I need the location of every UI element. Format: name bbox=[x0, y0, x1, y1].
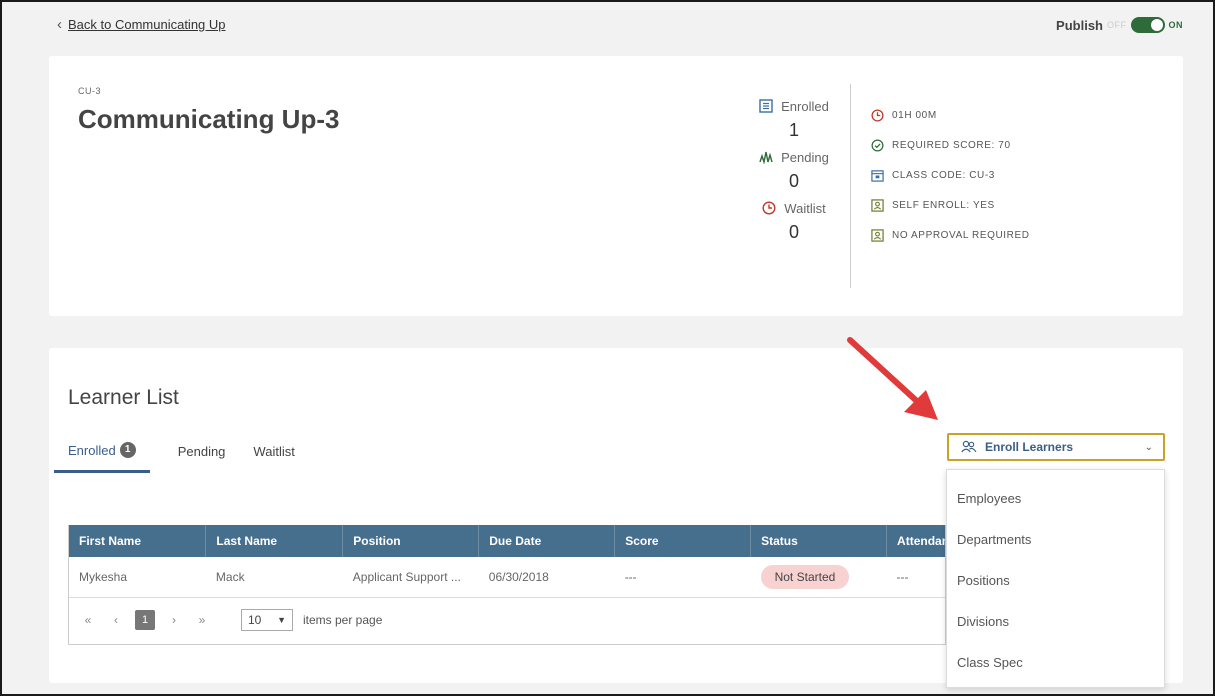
stat-waitlist: Waitlist 0 bbox=[749, 198, 839, 243]
stat-enrolled: Enrolled 1 bbox=[749, 96, 839, 141]
table-header-row: First Name Last Name Position Due Date S… bbox=[69, 525, 945, 557]
items-per-page-label: items per page bbox=[303, 612, 383, 627]
tab-enrolled[interactable]: Enrolled 1 bbox=[54, 442, 150, 473]
column-header[interactable]: Due Date bbox=[478, 525, 616, 557]
caret-down-icon: ▼ bbox=[277, 614, 286, 625]
cell-first-name: Mykesha bbox=[69, 557, 206, 598]
enrolled-count-badge: 1 bbox=[119, 442, 136, 458]
clock-icon bbox=[762, 201, 776, 215]
column-header[interactable]: Attendance bbox=[886, 525, 945, 557]
chevron-left-icon: ‹ bbox=[57, 16, 62, 33]
learner-list-title: Learner List bbox=[68, 386, 179, 409]
menu-item-class-spec[interactable]: Class Spec bbox=[947, 642, 1164, 683]
cell-attendance: --- bbox=[886, 557, 945, 598]
next-page-icon[interactable]: › bbox=[165, 613, 183, 627]
publish-toggle[interactable] bbox=[1130, 17, 1165, 33]
publish-on-label: ON bbox=[1168, 20, 1183, 30]
meta-approval: NO APPROVAL REQUIRED bbox=[871, 220, 1030, 250]
meta-class-code: CLASS CODE: CU-3 bbox=[871, 160, 1030, 190]
enrollment-stats: Enrolled 1 Pending 0 Waitlist 0 bbox=[749, 96, 839, 249]
annotation-arrow-icon bbox=[847, 337, 938, 420]
learner-tabs: Enrolled 1 Pending Waitlist bbox=[54, 442, 295, 473]
current-page[interactable]: 1 bbox=[135, 609, 155, 630]
stat-value: 1 bbox=[788, 120, 799, 140]
last-page-icon[interactable]: » bbox=[193, 613, 211, 627]
column-header[interactable]: First Name bbox=[69, 525, 207, 557]
badge-icon bbox=[871, 198, 884, 212]
menu-item-positions[interactable]: Positions bbox=[947, 560, 1164, 601]
stat-value: 0 bbox=[788, 222, 799, 242]
back-link[interactable]: ‹ Back to Communicating Up bbox=[57, 16, 226, 33]
book-icon bbox=[759, 99, 773, 113]
pagination: « ‹ 1 › » 10 ▼ items per page bbox=[69, 598, 945, 642]
course-meta: 01H 00M REQUIRED SCORE: 70 CLASS CODE: C… bbox=[871, 100, 1030, 250]
cell-status: Not Started bbox=[750, 557, 887, 598]
meta-duration: 01H 00M bbox=[871, 100, 1030, 130]
cell-position: Applicant Support ... bbox=[342, 557, 479, 598]
table-row[interactable]: Mykesha Mack Applicant Support ... 06/30… bbox=[69, 557, 945, 598]
meta-self-enroll: SELF ENROLL: YES bbox=[871, 190, 1030, 220]
menu-item-employees[interactable]: Employees bbox=[947, 478, 1164, 519]
publish-label: Publish bbox=[1056, 17, 1103, 33]
cell-last-name: Mack bbox=[205, 557, 343, 598]
back-link-label[interactable]: Back to Communicating Up bbox=[68, 17, 226, 32]
page-size-select[interactable]: 10 ▼ bbox=[241, 608, 293, 631]
toggle-knob bbox=[1150, 19, 1163, 31]
publish-control: Publish OFF ON bbox=[1056, 17, 1183, 33]
course-header-card: CU-3 Communicating Up-3 Enrolled 1 Pendi… bbox=[49, 56, 1183, 316]
tab-pending[interactable]: Pending bbox=[178, 442, 226, 473]
first-page-icon[interactable]: « bbox=[79, 613, 97, 627]
calendar-icon bbox=[871, 169, 884, 182]
column-header[interactable]: Status bbox=[750, 525, 888, 557]
users-icon bbox=[961, 440, 977, 453]
course-code: CU-3 bbox=[78, 86, 102, 96]
stat-label: Pending bbox=[781, 149, 829, 165]
publish-off-label: OFF bbox=[1107, 20, 1127, 30]
enroll-learners-label: Enroll Learners bbox=[985, 440, 1074, 454]
column-header[interactable]: Last Name bbox=[205, 525, 344, 557]
enroll-dropdown-menu: Employees Departments Positions Division… bbox=[946, 469, 1165, 688]
stat-value: 0 bbox=[788, 171, 799, 191]
column-header[interactable]: Score bbox=[614, 525, 752, 557]
enroll-learners-button[interactable]: Enroll Learners ⌄ bbox=[947, 433, 1165, 461]
prev-page-icon[interactable]: ‹ bbox=[107, 613, 125, 627]
meta-required-score: REQUIRED SCORE: 70 bbox=[871, 130, 1030, 160]
stat-pending: Pending 0 bbox=[749, 147, 839, 192]
check-circle-icon bbox=[871, 139, 884, 151]
cell-due-date: 06/30/2018 bbox=[478, 557, 615, 598]
badge-icon bbox=[871, 228, 884, 242]
menu-item-departments[interactable]: Departments bbox=[947, 519, 1164, 560]
learner-table: First Name Last Name Position Due Date S… bbox=[68, 525, 946, 645]
chevron-down-icon: ⌄ bbox=[1144, 441, 1153, 453]
column-header[interactable]: Position bbox=[342, 525, 480, 557]
cell-score: --- bbox=[614, 557, 751, 598]
status-badge: Not Started bbox=[760, 564, 850, 589]
stats-divider bbox=[850, 84, 851, 288]
clock-icon bbox=[871, 108, 884, 122]
course-title: Communicating Up-3 bbox=[78, 104, 340, 134]
stat-label: Waitlist bbox=[784, 200, 826, 216]
stat-label: Enrolled bbox=[781, 98, 829, 114]
menu-item-divisions[interactable]: Divisions bbox=[947, 601, 1164, 642]
tab-waitlist[interactable]: Waitlist bbox=[253, 442, 294, 473]
activity-icon bbox=[759, 151, 773, 164]
